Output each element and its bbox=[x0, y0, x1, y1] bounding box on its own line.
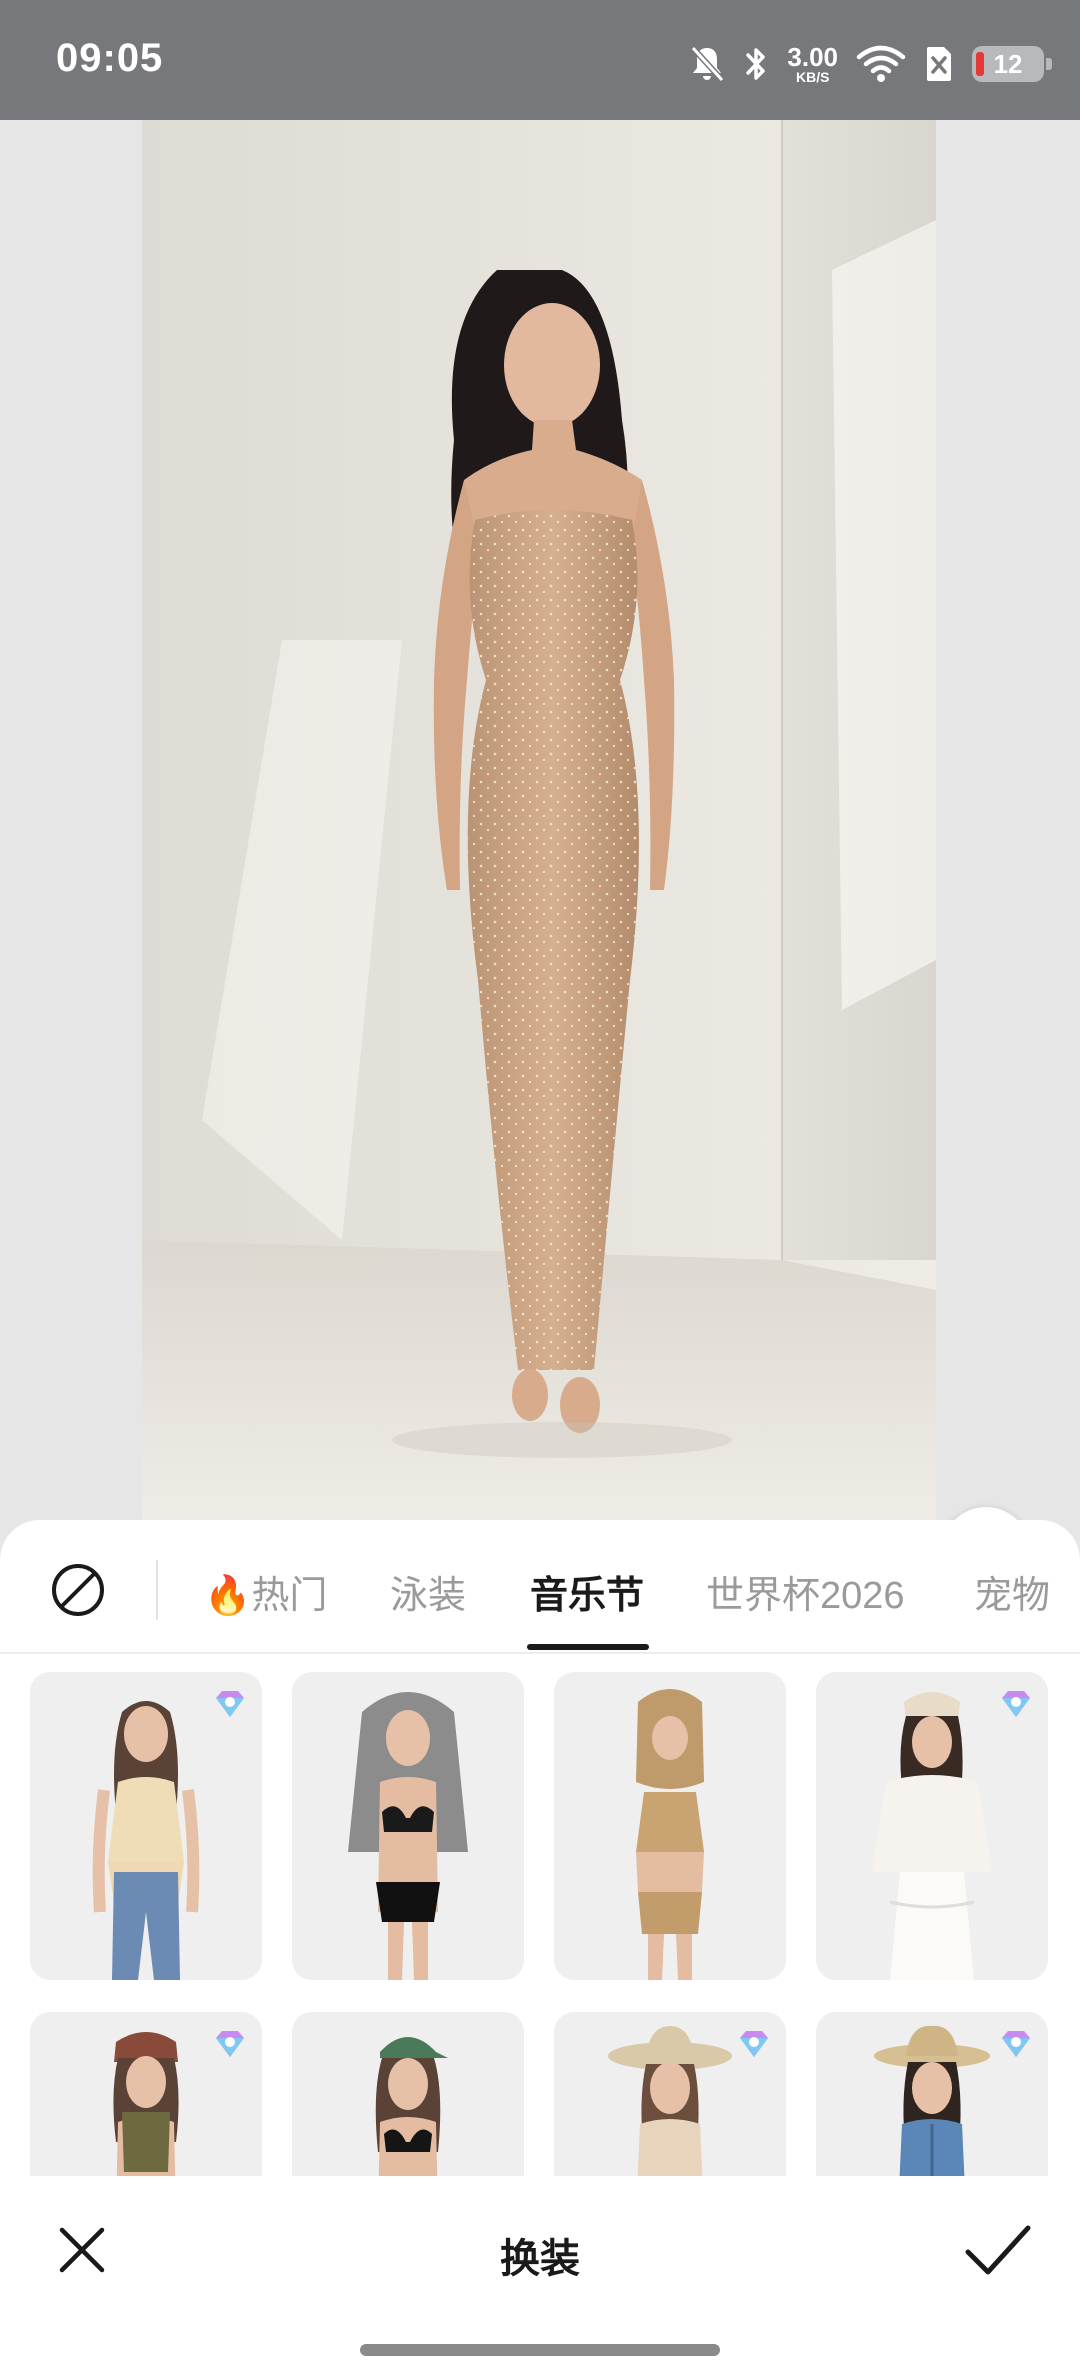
battery-level: 12 bbox=[993, 48, 1023, 79]
outfit-card-crochet-hood-set[interactable] bbox=[554, 1672, 786, 1980]
outfit-card-cream-ruffle-top-jeans[interactable] bbox=[30, 1672, 262, 1980]
outfit-card-sequin-veil-bikini[interactable] bbox=[292, 1672, 524, 1980]
tab-swimwear[interactable]: 泳装 bbox=[390, 1564, 466, 1619]
net-speed-value: 3.00 bbox=[787, 42, 838, 72]
outfit-change-screen: 09:05 3.00 KB/S 12 🔥热门 泳装 音乐节 世界杯2026 宠物… bbox=[0, 0, 1080, 2376]
outfit-thumbnail bbox=[636, 1689, 704, 1980]
bluetooth-icon bbox=[746, 48, 766, 80]
wifi-icon bbox=[856, 45, 906, 82]
tabs-divider bbox=[156, 1560, 158, 1620]
premium-badge-icon bbox=[740, 2031, 768, 2057]
screen-title: 换装 bbox=[500, 2237, 580, 2281]
premium-badge-icon bbox=[216, 1691, 244, 1717]
status-icons: 3.00 KB/S 12 bbox=[689, 36, 1052, 92]
home-indicator[interactable] bbox=[360, 2344, 720, 2356]
no-effect-icon[interactable] bbox=[50, 1562, 106, 1618]
status-time: 09:05 bbox=[56, 36, 164, 80]
net-speed: 3.00 KB/S bbox=[787, 44, 838, 84]
active-tab-indicator bbox=[527, 1644, 649, 1650]
premium-badge-icon bbox=[1002, 1691, 1030, 1717]
tab-hot[interactable]: 🔥热门 bbox=[204, 1564, 327, 1619]
status-bar: 09:05 3.00 KB/S 12 bbox=[0, 0, 1080, 120]
preview-photo bbox=[142, 120, 936, 1520]
tab-pets[interactable]: 宠物 bbox=[974, 1564, 1050, 1619]
mute-icon bbox=[691, 45, 725, 83]
outfit-thumbnail bbox=[348, 1692, 468, 1980]
battery-icon: 12 bbox=[972, 46, 1052, 82]
premium-badge-icon bbox=[1002, 2031, 1030, 2057]
category-tab-bar: 🔥热门 泳装 音乐节 世界杯2026 宠物 bbox=[0, 1520, 1080, 1654]
tab-world-cup-2026[interactable]: 世界杯2026 bbox=[706, 1564, 905, 1619]
premium-badge-icon bbox=[216, 2031, 244, 2057]
check-icon[interactable] bbox=[962, 2218, 1034, 2282]
tab-music-festival[interactable]: 音乐节 bbox=[530, 1564, 644, 1619]
outfit-card-white-lace-headscarf[interactable] bbox=[816, 1672, 1048, 1980]
bottom-action-bar: 换装 bbox=[0, 2176, 1080, 2376]
net-speed-unit: KB/S bbox=[795, 69, 830, 85]
photo-preview-area bbox=[0, 120, 1080, 1618]
sim-off-icon bbox=[927, 47, 951, 81]
